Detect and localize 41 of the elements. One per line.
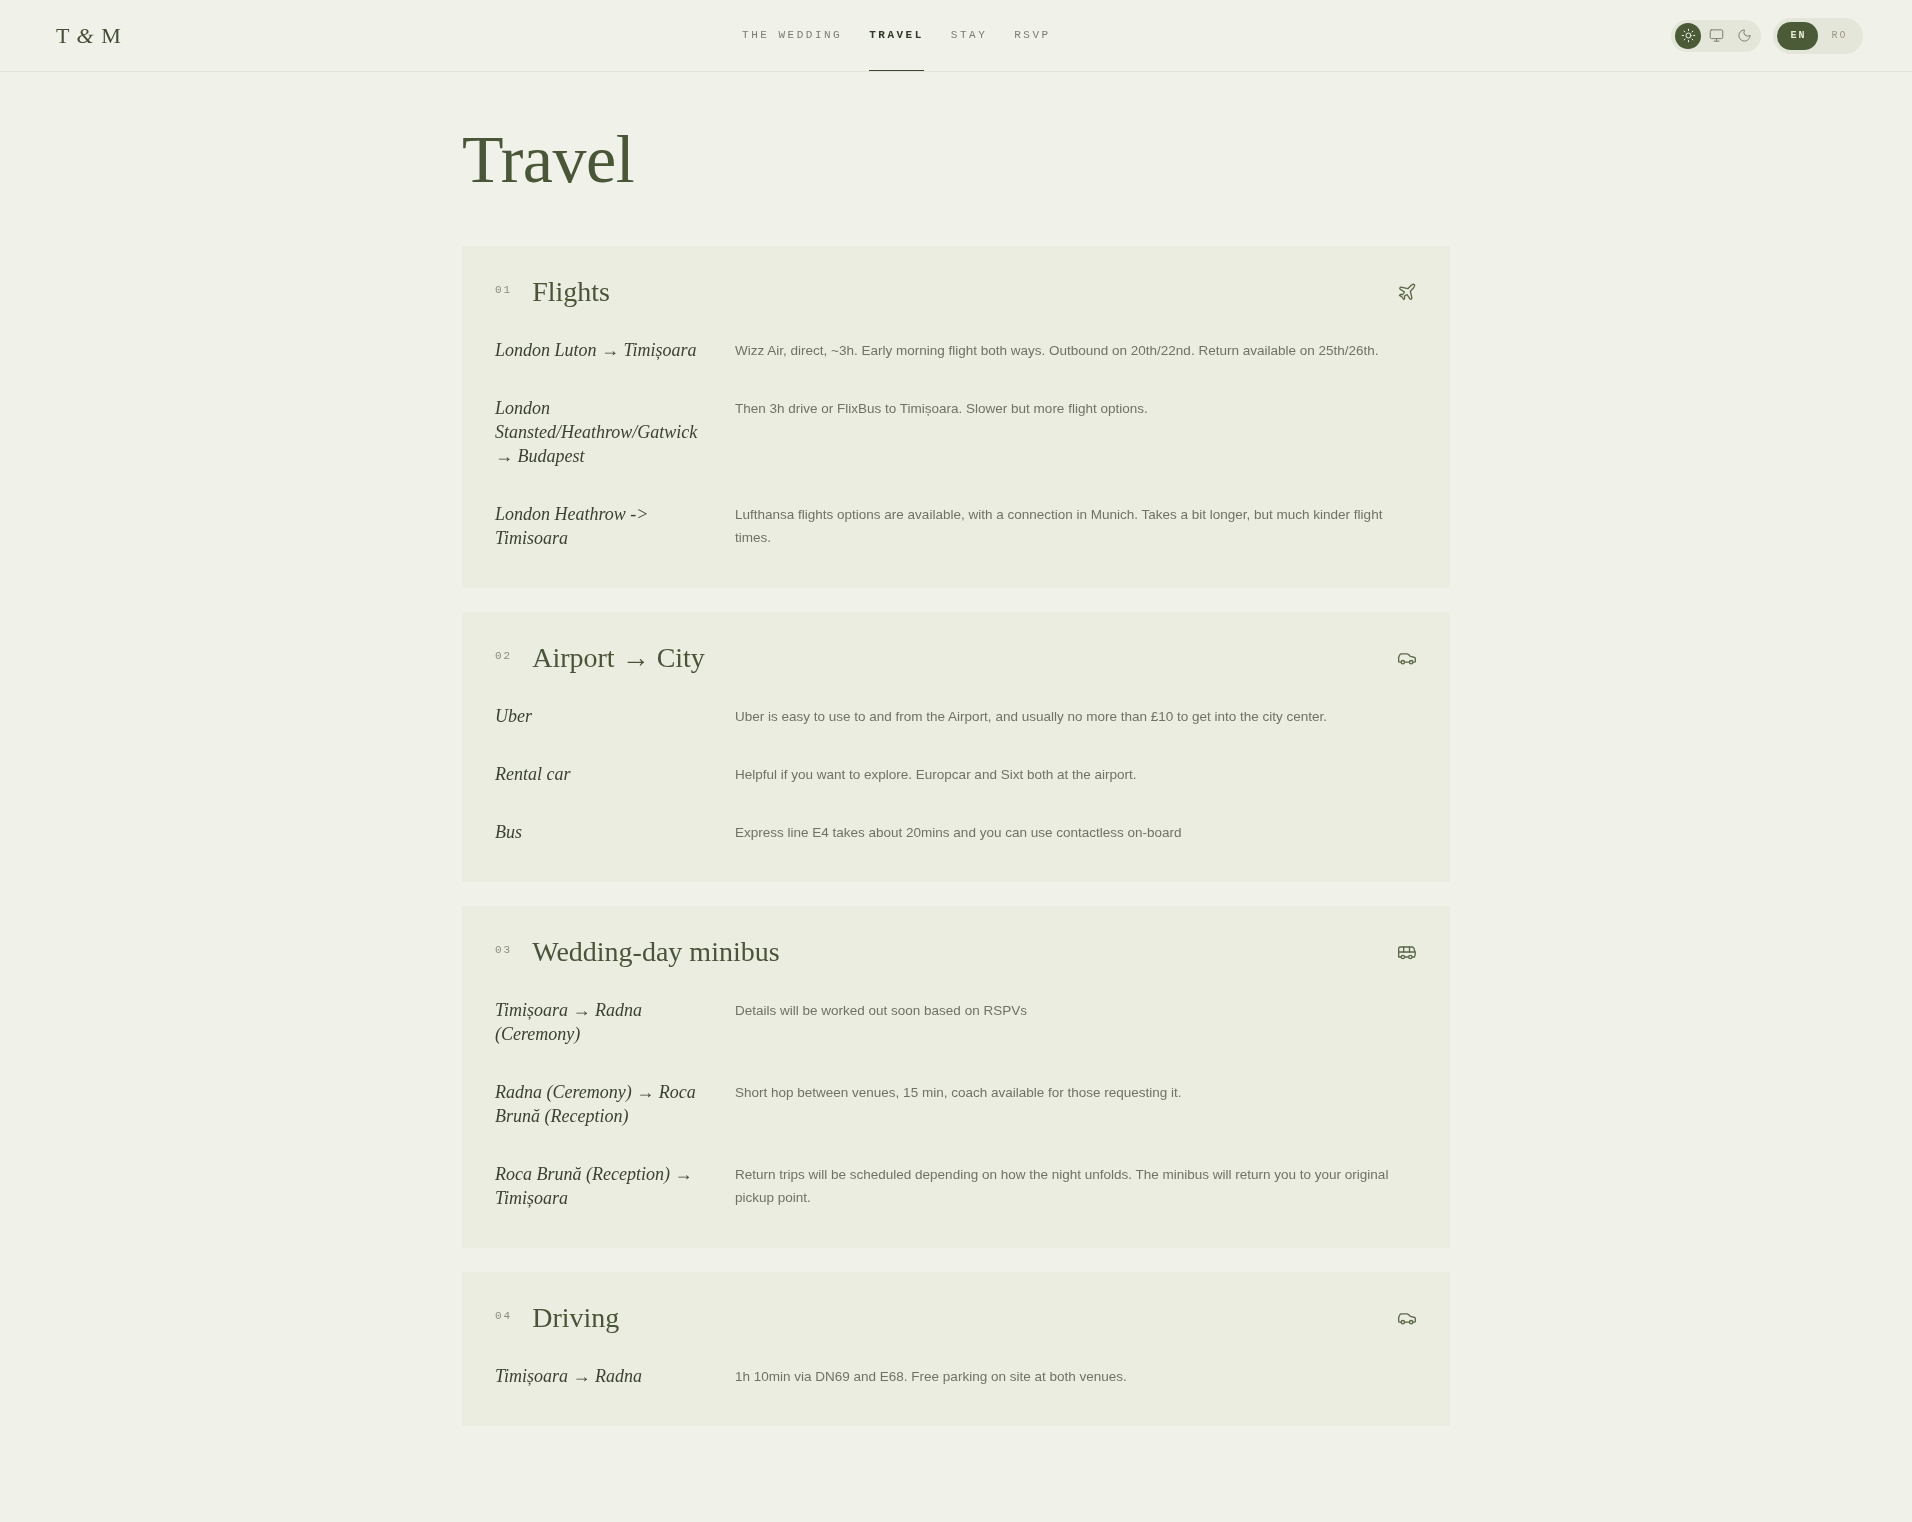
item-description: Express line E4 takes about 20mins and you can use contactless on-board: [735, 824, 1183, 842]
item-label: Rental car: [495, 763, 572, 786]
item-description: Return trips will be scheduled depending on how the night unfolds. The minibus will return you to your original pickup point.: [735, 1166, 1390, 1207]
item-label: Roca Brună (Reception) → Timișoara: [495, 1163, 694, 1210]
item-label: Timișoara → Radna (Ceremony): [495, 999, 644, 1046]
item-description: 1h 10min via DN69 and E68. Free parking on site at both venues.: [735, 1368, 1128, 1386]
nav-link[interactable]: TRAVEL: [869, 0, 924, 71]
item-description: Uber is easy to use to and from the Airport, and usually no more than £10 to get into the city center.: [735, 708, 1329, 726]
nav-link[interactable]: THE WEDDING: [742, 0, 843, 71]
section-title: Driving: [532, 1301, 620, 1335]
nav-link[interactable]: STAY: [950, 0, 988, 71]
section-number: 01: [495, 284, 513, 296]
section-title: Wedding-day minibus: [532, 935, 780, 969]
item-description: Details will be worked out soon based on RSPVs: [735, 1002, 1028, 1020]
plane-icon: [1397, 282, 1417, 302]
item-label: London Luton → Timișoara: [495, 339, 698, 362]
section-number: 04: [495, 1310, 513, 1322]
item-description: Short hop between venues, 15 min, coach available for those requesting it.: [735, 1084, 1183, 1102]
monitor-icon: [1708, 28, 1724, 43]
item-label: London Heathrow -> Timisoara: [495, 503, 650, 550]
item-label: Uber: [495, 705, 533, 728]
item-description: Helpful if you want to explore. Europcar and Sixt both at the airport.: [735, 766, 1138, 784]
item-label: Timișoara → Radna: [495, 1365, 644, 1388]
sun-icon: [1680, 28, 1696, 43]
section-title: Airport → City: [532, 641, 705, 675]
section-number: 02: [495, 650, 513, 662]
language-button[interactable]: EN: [1777, 21, 1818, 50]
item-description: Wizz Air, direct, ~3h. Early morning flight both ways. Outbound on 20th/22nd. Return available on 25th/26th.: [735, 342, 1380, 360]
section-number: 03: [495, 944, 513, 956]
light-theme-button[interactable]: [1675, 22, 1701, 49]
item-description: Then 3h drive or FlixBus to Timișoara. Slower but more flight options.: [735, 400, 1149, 418]
item-description: Lufthansa flights options are available, with a connection in Munich. Takes a bit longer, but much kinder flight times.: [735, 506, 1384, 547]
moon-icon: [1736, 28, 1752, 43]
page-title: Travel: [462, 122, 636, 197]
section-title: Flights: [532, 275, 610, 309]
language-button[interactable]: RO: [1818, 21, 1859, 50]
item-label: Radna (Ceremony) → Roca Brună (Reception): [495, 1081, 697, 1128]
monogram-logo[interactable]: T & M: [56, 22, 122, 49]
item-label: Bus: [495, 821, 523, 844]
item-label: London Stansted/Heathrow/Gatwick → Budapest: [495, 397, 699, 468]
nav-link[interactable]: RSVP: [1014, 0, 1051, 71]
